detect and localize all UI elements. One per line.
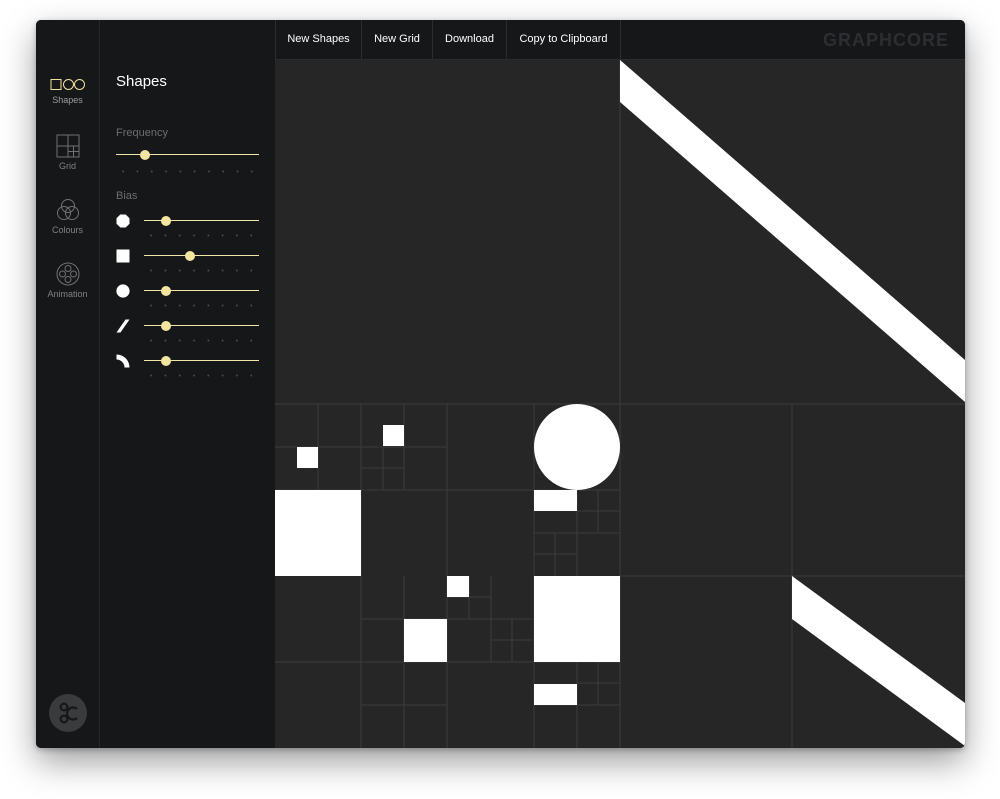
nav-label-shapes: Shapes [52, 95, 83, 105]
square-shape-small [297, 447, 318, 468]
colours-icon [56, 199, 79, 220]
nav-item-colours[interactable]: Colours [36, 198, 99, 254]
bias-ticks [144, 374, 261, 377]
bias-label: Bias [116, 190, 138, 202]
frequency-slider-thumb[interactable] [139, 150, 150, 160]
bias-slider-thumb[interactable] [160, 321, 171, 331]
download-button[interactable]: Download [432, 20, 506, 59]
nav-label-colours: Colours [51, 225, 83, 235]
square-shape-large-left [275, 490, 361, 576]
app-window: Shapes Grid Colours Animation Shapes Fre… [36, 20, 965, 748]
frequency-label: Frequency [116, 127, 168, 139]
square-shape-small [447, 576, 469, 597]
bias-ticks [144, 339, 261, 342]
bias-slider-circle-2[interactable] [144, 286, 259, 296]
quarter-arc-icon [116, 354, 130, 368]
bias-slider-square[interactable] [144, 251, 259, 261]
diagonal-band-bottom [792, 576, 965, 746]
pattern-canvas[interactable] [275, 60, 965, 748]
frequency-slider-track [116, 154, 259, 155]
nav-item-grid[interactable]: Grid [36, 134, 99, 190]
animation-icon [56, 262, 79, 286]
circle-shape [534, 404, 620, 490]
frequency-slider[interactable] [116, 150, 259, 160]
square-shape-small [383, 425, 404, 446]
bias-slider-thumb[interactable] [160, 356, 171, 366]
bias-slider-circle[interactable] [144, 216, 259, 226]
square-icon [116, 249, 130, 263]
circle-icon [116, 284, 130, 298]
bias-slider-thumb[interactable] [160, 216, 171, 226]
bias-slider-thumb[interactable] [160, 286, 171, 296]
bar-shape [534, 684, 577, 705]
toolbar: New Shapes New Grid Download Copy to Cli… [275, 20, 965, 60]
diagonal-line-icon [116, 319, 130, 333]
bias-ticks [144, 304, 261, 307]
bias-slider-line[interactable] [144, 321, 259, 331]
circle-icon [116, 214, 130, 228]
nav-label-grid: Grid [58, 161, 76, 171]
grid-icon [56, 134, 79, 158]
nav-item-shapes[interactable]: Shapes [36, 78, 99, 134]
diagonal-band-top [620, 60, 965, 402]
copy-to-clipboard-button[interactable]: Copy to Clipboard [506, 20, 621, 59]
new-grid-button[interactable]: New Grid [361, 20, 432, 59]
bias-ticks [144, 234, 261, 237]
pattern-svg [275, 60, 965, 748]
shapes-icon [50, 79, 85, 90]
icon-sidebar: Shapes Grid Colours Animation [36, 20, 100, 748]
bias-slider-arc[interactable] [144, 356, 259, 366]
bias-slider-thumb[interactable] [185, 251, 195, 261]
nav-label-animation: Animation [47, 289, 88, 299]
panel-title: Shapes [116, 73, 167, 90]
square-shape-medium [404, 619, 447, 662]
bias-slider-track [144, 255, 259, 256]
bar-shape [534, 490, 577, 511]
square-shape-large-center [534, 576, 620, 662]
frequency-ticks [116, 170, 261, 173]
new-shapes-button[interactable]: New Shapes [275, 20, 361, 59]
bias-ticks [144, 269, 261, 272]
shapes-panel: Shapes Frequency Bias [100, 20, 275, 748]
nav-item-animation[interactable]: Animation [36, 262, 99, 318]
graphcore-logo: GRAPHCORE [822, 30, 949, 50]
graphcore-badge-icon [49, 694, 87, 732]
